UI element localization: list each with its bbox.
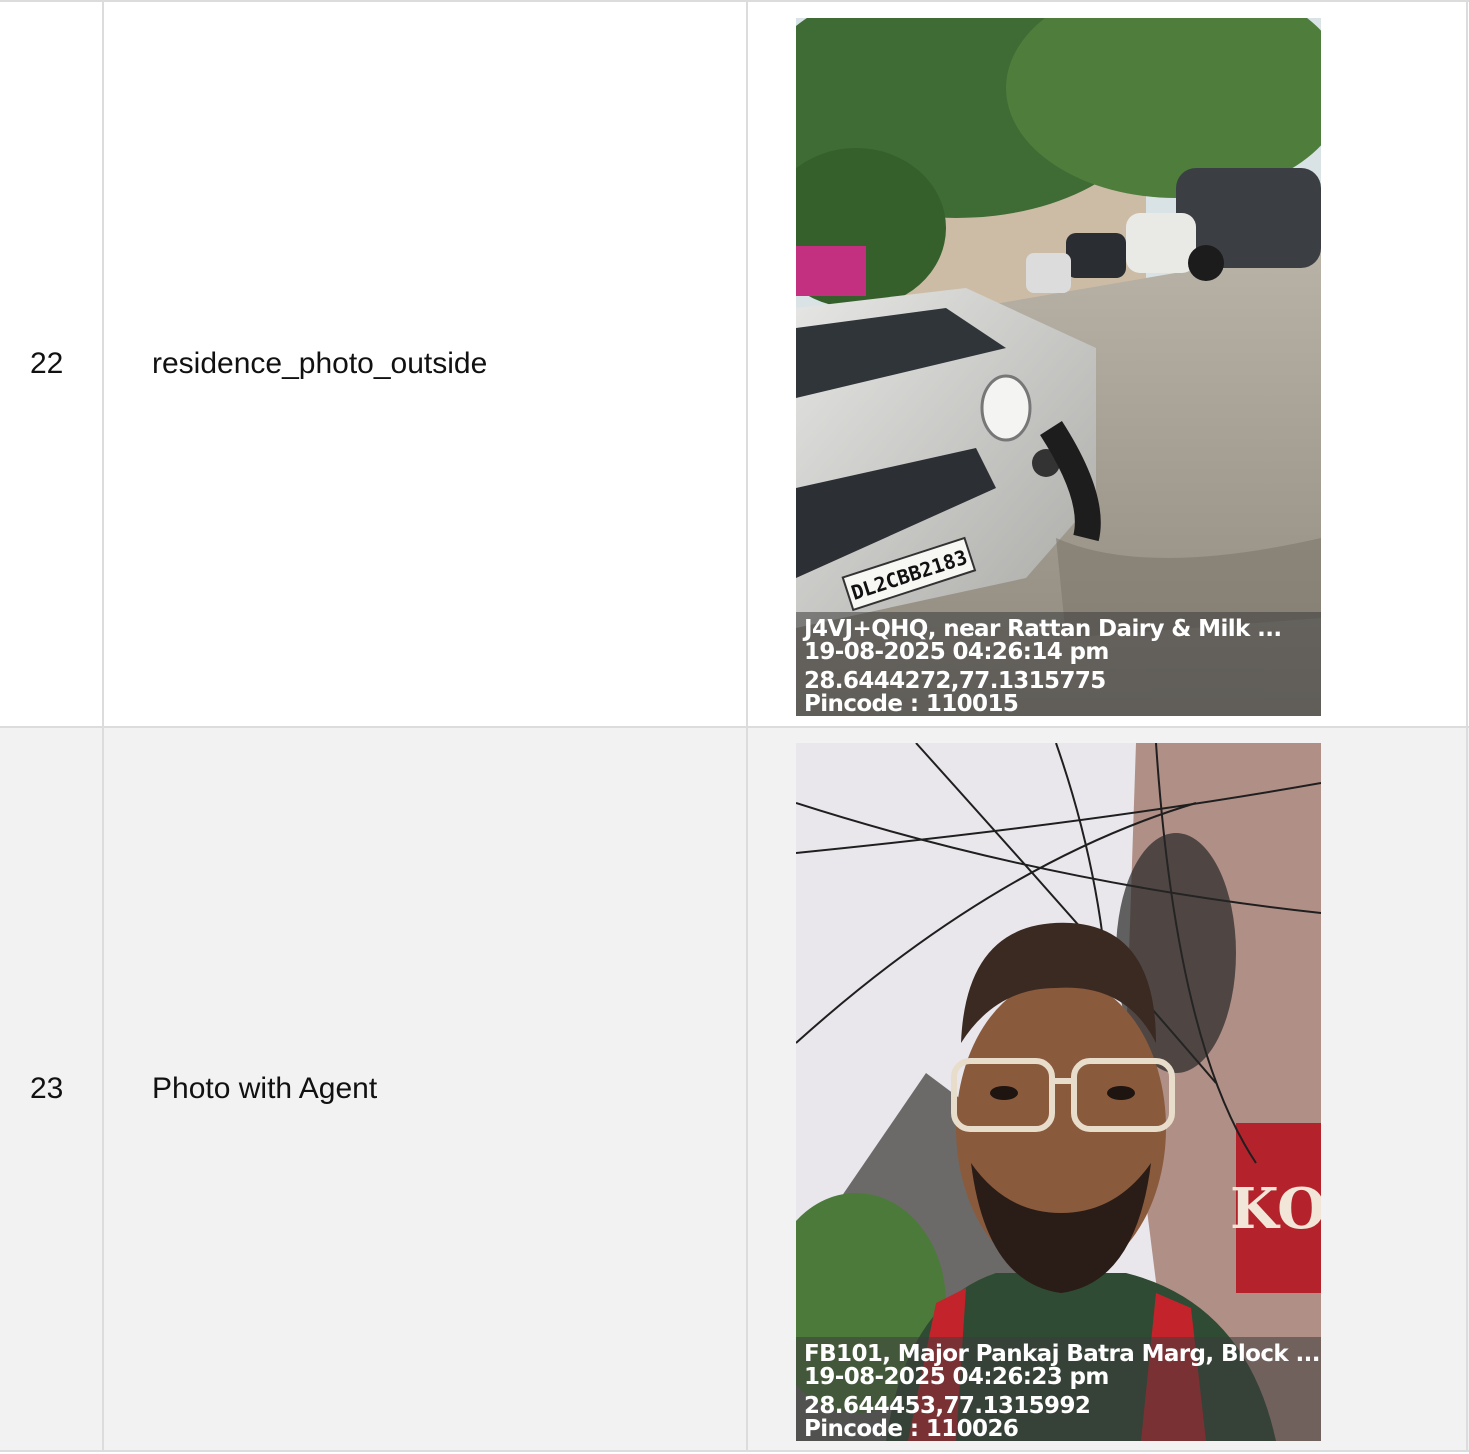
geotag-address: J4VJ+QHQ, near Rattan Dairy & Milk ... <box>804 616 1282 642</box>
geotag-coordinates: 28.644453,77.1315992 <box>804 1393 1091 1419</box>
geotag-coordinates: 28.6444272,77.1315775 <box>804 668 1106 694</box>
row-label: residence_photo_outside <box>152 347 488 380</box>
row-label: Photo with Agent <box>152 1072 378 1105</box>
table-row: 23 Photo with Agent KO FB101, Major Pank… <box>0 726 1469 1452</box>
geotag-pincode: Pincode : 110015 <box>804 691 1019 716</box>
agent-photo[interactable]: KO FB101, Major Pankaj Batra Marg, Block… <box>796 743 1321 1441</box>
residence-photo[interactable]: DL2CBB2183 J4VJ+QHQ, near Rattan Dairy &… <box>796 18 1321 716</box>
geotag-address: FB101, Major Pankaj Batra Marg, Block ..… <box>804 1341 1321 1367</box>
geotag-datetime: 19-08-2025 04:26:14 pm <box>804 639 1109 665</box>
geotag-pincode: Pincode : 110026 <box>804 1416 1019 1441</box>
row-number: 23 <box>30 1072 64 1105</box>
row-number: 22 <box>30 347 64 380</box>
geotag-datetime: 19-08-2025 04:26:23 pm <box>804 1364 1109 1390</box>
photo-geotag-overlay: FB101, Major Pankaj Batra Marg, Block ..… <box>796 1337 1321 1441</box>
column-divider <box>1466 728 1468 1450</box>
photo-table: 22 residence_photo_outside DL2CBB2183 J4… <box>0 0 1469 1454</box>
shop-sign: KO <box>1230 1176 1321 1242</box>
photo-geotag-overlay: J4VJ+QHQ, near Rattan Dairy & Milk ... 1… <box>796 612 1321 716</box>
column-divider <box>1466 2 1468 726</box>
table-row: 22 residence_photo_outside DL2CBB2183 J4… <box>0 0 1469 726</box>
